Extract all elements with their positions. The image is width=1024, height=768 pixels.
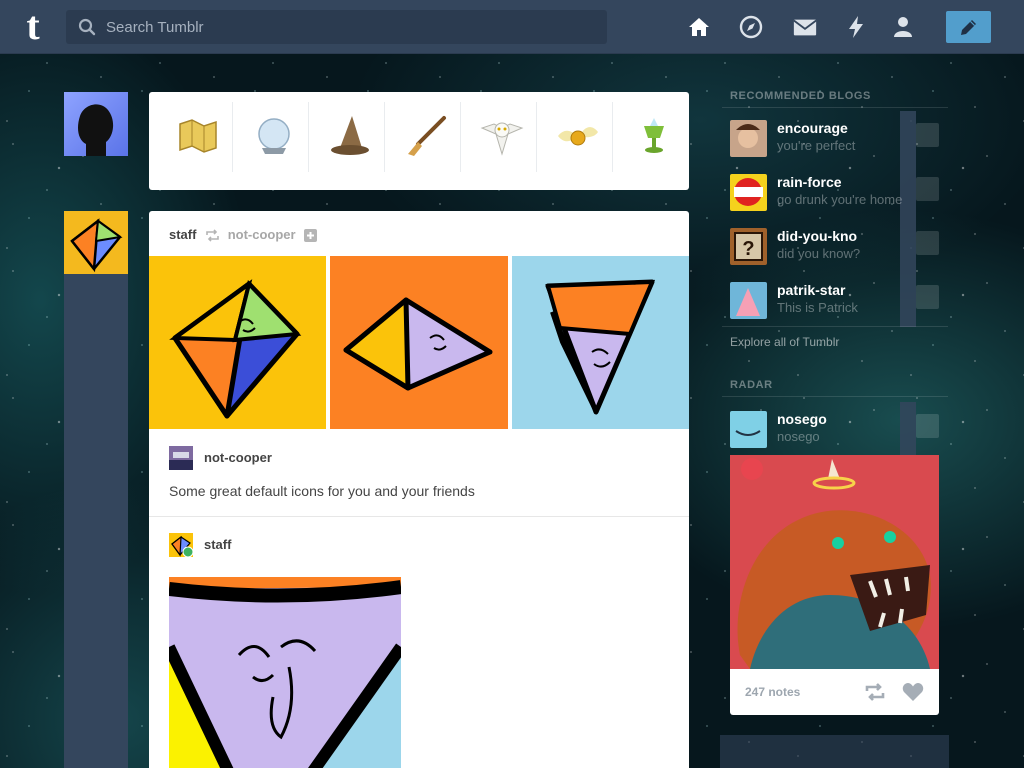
- blog-name[interactable]: encourage: [777, 120, 848, 136]
- blog-description: nosego: [777, 429, 820, 444]
- blog-avatar[interactable]: [730, 411, 767, 448]
- crystal-ball-icon: [258, 118, 290, 154]
- icon-slot[interactable]: [387, 102, 461, 172]
- explore-icon[interactable]: [738, 14, 764, 40]
- post-card: staff not-cooper not-cooper Some great d…: [149, 211, 689, 768]
- blog-description: did you know?: [777, 246, 861, 261]
- top-bar: t: [0, 0, 1024, 54]
- photoset-image[interactable]: [330, 256, 508, 429]
- follow-button[interactable]: [916, 414, 939, 438]
- sidebar-footer-strip: [720, 735, 949, 768]
- default-icons-tray: [149, 92, 689, 190]
- follow-button[interactable]: [916, 177, 939, 201]
- activity-icon[interactable]: [843, 14, 869, 40]
- reblogged-from-name[interactable]: not-cooper: [228, 227, 296, 242]
- reblog-author-name[interactable]: not-cooper: [204, 450, 272, 465]
- blog-name[interactable]: patrik-star: [777, 282, 845, 298]
- recommended-blogs-heading: RECOMMENDED BLOGS: [730, 90, 871, 102]
- like-heart-icon[interactable]: [902, 682, 924, 702]
- blog-avatar[interactable]: [730, 174, 767, 211]
- section-divider: [722, 396, 948, 397]
- follow-button[interactable]: [916, 231, 939, 255]
- photoset-image[interactable]: [149, 256, 326, 429]
- notes-count[interactable]: 247 notes: [745, 685, 800, 699]
- blog-avatar[interactable]: [730, 120, 767, 157]
- search-icon: [78, 18, 96, 36]
- home-icon[interactable]: [686, 14, 712, 40]
- follow-plus-icon[interactable]: [304, 229, 318, 242]
- silhouette-icon: [78, 104, 114, 156]
- tumblr-logo[interactable]: t: [18, 6, 48, 46]
- photoset-image[interactable]: [512, 256, 689, 429]
- bear-painting: [730, 455, 939, 669]
- goblet-icon: [644, 118, 664, 153]
- pencil-icon: [961, 20, 976, 35]
- icon-slot[interactable]: [463, 102, 537, 172]
- icon-slot[interactable]: [615, 102, 689, 172]
- reblog-icon[interactable]: [864, 682, 886, 702]
- icon-slot[interactable]: [311, 102, 385, 172]
- section-divider: [722, 326, 948, 327]
- wizard-hat-icon: [331, 116, 369, 155]
- icon-slot[interactable]: [159, 102, 233, 172]
- map-icon: [179, 119, 217, 153]
- blog-description: go drunk you're home: [777, 192, 903, 207]
- blog-avatar[interactable]: [730, 282, 767, 319]
- follow-button[interactable]: [916, 123, 939, 147]
- radar-heading: RADAR: [730, 379, 773, 391]
- not-cooper-avatar[interactable]: [169, 446, 193, 470]
- search-box[interactable]: [66, 10, 607, 44]
- follow-button[interactable]: [916, 285, 939, 309]
- blog-name[interactable]: did-you-kno: [777, 228, 857, 244]
- post-large-image[interactable]: [169, 577, 401, 768]
- post-divider: [149, 516, 689, 517]
- golden-snitch-icon: [558, 127, 598, 146]
- post-caption: Some great default icons for you and you…: [169, 483, 475, 499]
- account-icon[interactable]: [890, 14, 916, 40]
- kite-closeup-drawing: [169, 577, 401, 768]
- kite-drawing-icon: [343, 297, 493, 391]
- kite-drawing-icon: [545, 279, 656, 415]
- kite-drawing-icon: [169, 279, 302, 419]
- post-author-avatar[interactable]: [64, 211, 128, 275]
- inbox-icon[interactable]: [792, 14, 818, 40]
- question-block-avatar[interactable]: ?: [730, 228, 767, 265]
- section-divider: [722, 107, 948, 108]
- explore-link[interactable]: Explore all of Tumblr: [730, 335, 839, 349]
- blog-name[interactable]: rain-force: [777, 174, 842, 190]
- search-input[interactable]: [106, 10, 596, 44]
- compose-button[interactable]: [946, 11, 991, 43]
- my-avatar[interactable]: [64, 92, 128, 156]
- owl-icon: [480, 122, 524, 156]
- icon-slot[interactable]: [235, 102, 309, 172]
- left-rail: [64, 274, 128, 768]
- reblog-icon: [206, 229, 219, 242]
- radar-post-card: 247 notes: [730, 455, 939, 715]
- svg-text:?: ?: [742, 238, 754, 260]
- blog-name[interactable]: nosego: [777, 411, 827, 427]
- blog-description: This is Patrick: [777, 300, 858, 315]
- staff-avatar[interactable]: [169, 533, 193, 557]
- kite-icon: [70, 218, 123, 273]
- staff-author-name[interactable]: staff: [204, 537, 231, 552]
- icon-slot[interactable]: [539, 102, 613, 172]
- post-blog-name[interactable]: staff: [169, 227, 196, 242]
- broomstick-icon: [408, 116, 446, 156]
- post-header: staff not-cooper: [169, 227, 318, 243]
- radar-post-image[interactable]: [730, 455, 939, 669]
- blog-description: you're perfect: [777, 138, 856, 153]
